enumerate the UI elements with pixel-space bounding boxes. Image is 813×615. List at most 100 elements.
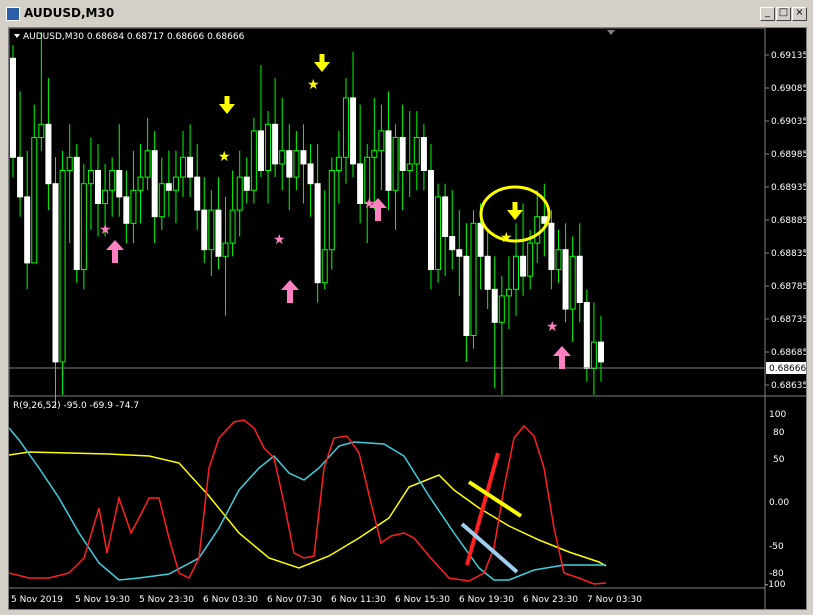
candle-body <box>201 209 208 251</box>
pink-up-arrow-icon <box>106 240 124 263</box>
candle-body <box>357 163 364 204</box>
price-label: 0.69135 <box>771 51 806 61</box>
candle-body <box>180 156 187 178</box>
candle-body <box>215 209 222 257</box>
indicator-level-label: 80 <box>773 428 785 438</box>
price-label: 0.68835 <box>771 249 806 259</box>
time-label: 6 Nov 23:30 <box>523 595 578 605</box>
minimize-button[interactable]: _ <box>760 7 775 21</box>
main-pane <box>8 27 766 397</box>
candle-body <box>427 170 434 270</box>
candle-body <box>243 176 250 191</box>
candle-body <box>137 176 144 191</box>
candle-body <box>498 295 505 323</box>
time-label: 5 Nov 23:30 <box>139 595 194 605</box>
indicator-level-label: 100 <box>769 410 786 420</box>
candle-body <box>52 183 59 363</box>
candle-body <box>151 150 158 218</box>
candle-body <box>350 97 357 165</box>
price-scale: 0.69135 0.69085 0.69035 0.68985 0.68935 0.688… <box>765 51 808 391</box>
indicator-level-label: -50 <box>769 542 784 552</box>
time-label: 5 Nov 19:30 <box>75 595 130 605</box>
time-label: 5 Nov 2019 <box>11 595 63 605</box>
candle-body <box>17 156 24 198</box>
candle-body <box>435 196 442 270</box>
red-indicator-line <box>8 419 607 585</box>
candle-body <box>392 137 399 191</box>
current-price-label: 0.68666 <box>769 364 806 374</box>
chart-header: AUDUSD,M30 0.68684 0.68717 0.68666 0.686… <box>23 32 245 42</box>
candle-body <box>335 156 342 172</box>
time-label: 7 Nov 03:30 <box>587 595 642 605</box>
chart-window-icon <box>6 7 20 21</box>
indicator-level-label: 0.00 <box>769 498 789 508</box>
candle-body <box>413 137 420 165</box>
candle-body <box>222 242 229 257</box>
candle-body <box>442 196 449 237</box>
time-axis: 5 Nov 2019 5 Nov 19:30 5 Nov 23:30 6 Nov… <box>11 595 642 605</box>
candle-body <box>406 163 413 171</box>
pink-star-icon: ★ <box>546 319 559 335</box>
candle-body <box>371 150 378 158</box>
candle-body <box>342 97 349 158</box>
candle-body <box>293 150 300 178</box>
candle-body <box>208 209 215 251</box>
time-label: 6 Nov 07:30 <box>267 595 322 605</box>
candle-body <box>194 176 201 211</box>
window-titlebar[interactable]: AUDUSD,M30 _ □ × <box>0 0 813 28</box>
candle-body <box>123 196 130 224</box>
candle-body <box>484 255 491 290</box>
candle-body <box>300 150 307 165</box>
candle-body <box>562 249 569 310</box>
candle-body <box>512 255 519 290</box>
shift-marker-icon[interactable] <box>607 30 615 35</box>
maximize-button[interactable]: □ <box>776 7 791 21</box>
candle-body <box>470 222 477 336</box>
pink-up-arrow-icon <box>553 346 571 369</box>
yellow-down-arrow-icon <box>314 54 330 72</box>
trendline-yellow[interactable] <box>467 480 523 518</box>
chart-window[interactable]: 0.69135 0.69085 0.69035 0.68985 0.68935 0.688… <box>8 27 808 610</box>
candle-body <box>236 176 243 211</box>
indicator-level-label: 50 <box>773 455 785 465</box>
pink-star-icon: ★ <box>99 222 112 238</box>
price-label: 0.68785 <box>771 282 806 292</box>
candle-body <box>491 288 498 323</box>
price-label: 0.68735 <box>771 315 806 325</box>
pink-star-icon: ★ <box>273 232 286 248</box>
candle-body <box>378 130 385 152</box>
pink-up-arrow-icon <box>281 280 299 303</box>
candle-body <box>399 137 406 171</box>
candle-body <box>548 222 555 271</box>
yellow-star-icon: ★ <box>307 77 320 93</box>
candle-body <box>527 242 534 277</box>
close-button[interactable]: × <box>792 7 807 21</box>
candle-body <box>229 209 236 244</box>
candle-body <box>272 123 279 165</box>
candle-body <box>116 170 123 198</box>
candle-body <box>598 341 604 363</box>
candle-body <box>463 255 470 336</box>
candle-body <box>307 163 314 185</box>
time-label: 6 Nov 03:30 <box>203 595 258 605</box>
price-label: 0.68935 <box>771 183 806 193</box>
yellow-star-icon: ★ <box>218 149 231 165</box>
indicator-level-label: -100 <box>765 580 786 590</box>
candle-body <box>576 255 583 304</box>
price-label: 0.69035 <box>771 117 806 127</box>
candle-body <box>257 130 264 171</box>
indicator-scale: 100 80 50 0.00 -50 -80 -100 <box>765 410 789 590</box>
candle-body <box>449 236 456 251</box>
candle-body <box>165 183 172 191</box>
chart-canvas[interactable]: 0.69135 0.69085 0.69035 0.68985 0.68935 0.688… <box>8 27 808 609</box>
candle-body <box>95 170 102 204</box>
candle-body <box>59 170 66 363</box>
yellow-down-arrow-icon <box>507 202 523 220</box>
candle-body <box>420 137 427 171</box>
candle-body <box>187 156 194 178</box>
candle-body <box>286 150 293 178</box>
chart-menu-icon[interactable] <box>14 34 20 38</box>
candle-body <box>265 123 272 172</box>
candle-body <box>45 123 52 185</box>
indicator-level-label: -80 <box>769 569 784 579</box>
